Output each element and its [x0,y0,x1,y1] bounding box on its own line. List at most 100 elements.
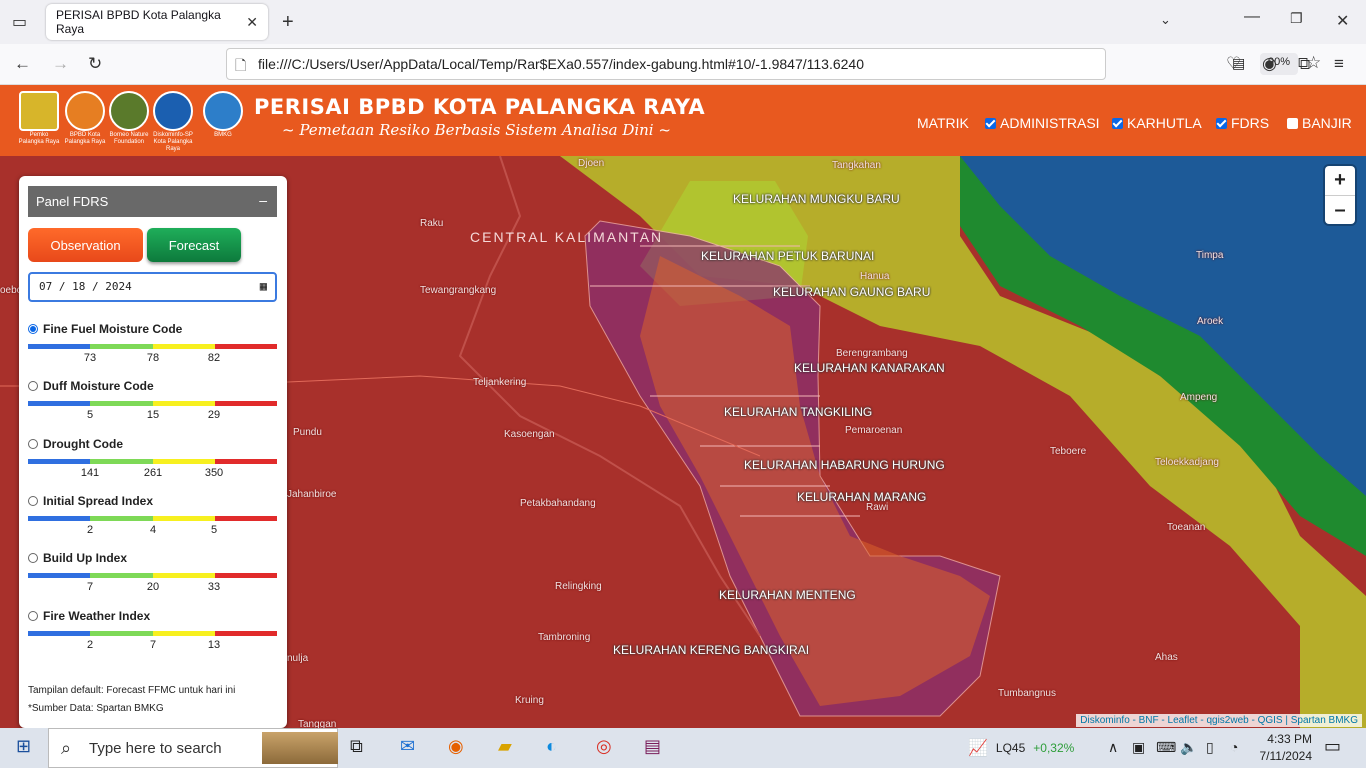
fdrs-panel: Panel FDRS – Observation Forecast 07 / 1… [19,176,287,728]
karhutla-checkbox[interactable] [1112,117,1123,129]
place-label: Teljankering [473,377,527,388]
menu-fdrs[interactable]: FDRS [1216,115,1269,131]
index-label-row[interactable]: Drought Code [28,437,277,451]
input-method-icon[interactable]: ⌨ [1156,739,1176,756]
tick-label: 73 [83,352,97,364]
reload-icon[interactable]: ↻ [88,54,102,74]
tab-list-icon[interactable]: ▭ [12,12,27,32]
pemko-logo-icon [19,91,59,131]
place-label: Aroek [1197,316,1224,327]
bnf-tree-logo-icon [109,91,149,131]
label-habarung-hurung: KELURAHAN HABARUNG HURUNG [744,458,945,472]
file-explorer-icon[interactable]: ▰ [498,736,512,757]
logo-pemko: Pemko Palangka Raya [18,91,60,146]
minimize-icon[interactable]: — [1244,8,1260,26]
tick-label: 82 [207,352,221,364]
task-view-icon[interactable]: ⧉ [350,736,363,757]
meet-now-icon[interactable]: ▣ [1132,739,1145,756]
chrome-app-icon[interactable]: ◎ [596,736,612,757]
index-radio[interactable] [28,324,38,334]
search-highlight-image[interactable] [262,732,338,764]
index-label-row[interactable]: Initial Spread Index [28,494,277,508]
fdrs-checkbox[interactable] [1216,117,1227,129]
place-label: Tambroning [538,632,591,643]
tick-label: 15 [146,409,160,422]
menu-hamburger-icon[interactable]: ≡ [1334,54,1344,74]
default-view-note: Tampilan default: Forecast FFMC untuk ha… [28,685,236,696]
place-label: Relingking [555,581,602,592]
app-header: Pemko Palangka Raya BPBD Kota Palangka R… [0,85,1366,156]
menu-matrik[interactable]: MATRIK [917,115,969,131]
index-name: Build Up Index [43,551,127,566]
battery-icon[interactable]: ▯ [1206,739,1214,756]
system-clock[interactable]: 4:33 PM 7/11/2024 [1260,731,1313,765]
tab-title: PERISAI BPBD Kota Palangka Raya [56,8,221,36]
administrasi-checkbox[interactable] [985,117,996,129]
index-radio[interactable] [28,438,38,449]
bpbd-logo-icon [65,91,105,131]
bmkg-logo-icon [203,91,243,131]
app-subtitle: ~ Pemetaan Resiko Berbasis Sistem Analis… [282,121,671,139]
index-ticks: 141 261 350 [28,464,277,479]
label-mungku-baru: KELURAHAN MUNGKU BARU [733,192,900,206]
label-kereng-bangkirai: KELURAHAN KERENG BANGKIRAI [613,643,810,657]
volume-icon[interactable]: 🔈 [1180,739,1197,756]
tick-label: 7 [86,581,94,594]
index-radio[interactable] [28,381,38,392]
calendar-icon[interactable]: ▦ [260,279,267,293]
place-label: Toeanan [1167,522,1206,533]
zoom-in-button[interactable]: + [1325,166,1355,195]
wifi-icon[interactable]: ◔ [1230,739,1238,755]
forecast-button[interactable]: Forecast [147,228,241,262]
index-name: Fire Weather Index [43,608,151,623]
menu-karhutla[interactable]: KARHUTLA [1112,115,1202,131]
windows-start-icon[interactable]: ⊞ [16,736,31,757]
pocket-icon[interactable]: ♡ [1226,54,1241,74]
date-input[interactable]: 07 / 18 / 2024 ▦ [28,272,277,302]
index-radio[interactable] [28,610,38,621]
tray-overflow-icon[interactable]: ∧ [1108,739,1118,756]
mail-app-icon[interactable]: ✉ [400,736,415,757]
index-radio[interactable] [28,553,38,564]
browser-tab[interactable]: PERISAI BPBD Kota Palangka Raya ✕ [46,4,268,40]
stock-change: +0,32% [1033,741,1075,755]
restore-icon[interactable]: ❐ [1290,10,1303,27]
tab-overflow-chevron-icon[interactable]: ⌄ [1160,12,1171,28]
close-window-icon[interactable]: ✕ [1336,11,1349,31]
index-label-row[interactable]: Build Up Index [28,551,277,565]
place-label: Teboere [1050,446,1087,457]
page-info-icon[interactable]: 🗋 [235,55,246,79]
tick-label: 33 [207,581,221,594]
extensions-icon[interactable]: ⧉ [1298,54,1310,74]
stock-widget[interactable]: 📈 LQ45 +0,32% [968,728,1074,768]
observation-button[interactable]: Observation [28,228,143,262]
new-tab-icon[interactable]: + [282,11,294,34]
notification-icon[interactable]: ▭ [1324,736,1341,757]
index-ticks: 2 7 13 [28,636,277,651]
place-label: Kruing [515,695,544,706]
index-radio[interactable] [28,495,38,506]
account-icon[interactable]: ◉ [1262,54,1277,74]
panel-collapse-button[interactable]: – [259,192,267,208]
forward-icon[interactable]: → [52,54,69,74]
stock-chart-icon: 📈 [968,740,988,757]
banjir-checkbox[interactable] [1287,117,1298,129]
zoom-out-button[interactable]: – [1325,195,1355,224]
index-label-row[interactable]: Duff Moisture Code [28,379,277,393]
firefox-app-icon[interactable]: ◉ [448,736,464,757]
url-bar[interactable]: 🗋 file:///C:/Users/User/AppData/Local/Te… [226,48,1321,80]
tab-close-icon[interactable]: ✕ [246,14,258,31]
region-label: CENTRAL KALIMANTAN [470,229,664,245]
index-label-row[interactable]: Fire Weather Index [28,609,277,623]
menu-administrasi[interactable]: ADMINISTRASI [985,115,1100,131]
menu-banjir[interactable]: BANJIR [1287,115,1352,131]
place-label: Hanua [860,271,890,282]
back-icon[interactable]: ← [14,54,31,74]
place-label: Berengrambang [836,348,908,359]
tick-label: 20 [146,581,160,594]
index-label-row[interactable]: Fine Fuel Moisture Code [28,322,277,336]
tick-label: 261 [143,466,163,479]
winrar-app-icon[interactable]: ▤ [644,736,661,757]
map-attribution[interactable]: Diskominfo - BNF - Leaflet - qgis2web - … [1076,714,1362,727]
edge-app-icon[interactable]: ◐ [546,736,557,757]
